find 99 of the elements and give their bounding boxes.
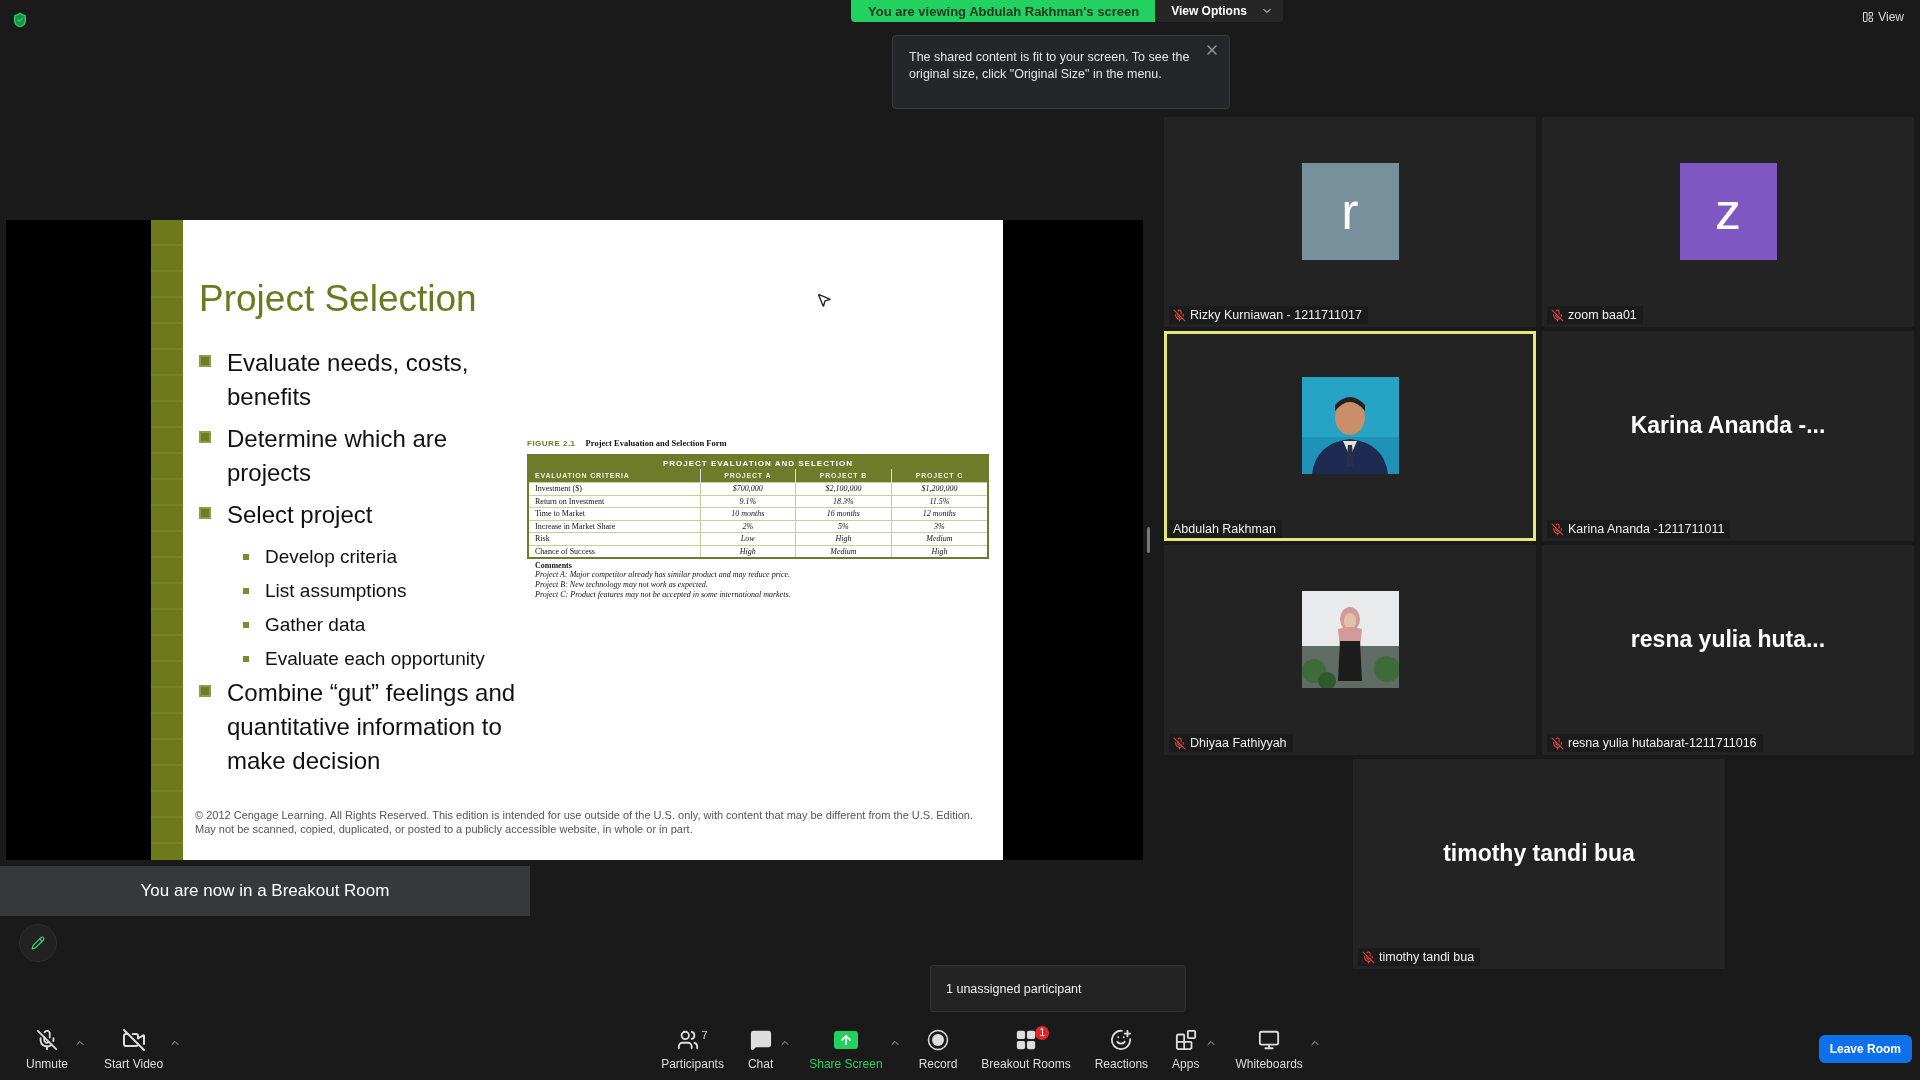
popup-text: 1 unassigned participant [946,981,1082,996]
bullet-icon [243,656,249,662]
viewing-banner: You are viewing Abdulah Rakhman's screen [851,0,1156,22]
bullet-text: Evaluate needs, costs, benefits [227,348,470,412]
pencil-icon [31,936,45,950]
toolbar-button[interactable]: Record [906,1027,970,1071]
participant-name-label: Dhiyaa Fathiyyah [1169,734,1293,752]
video-tile[interactable]: Dhiyaa Fathiyyah [1164,545,1536,755]
table-cell: $700,000 [700,482,796,495]
layout-icon [1862,11,1875,23]
annotate-button[interactable] [19,924,57,962]
grid-icon [1015,1028,1037,1051]
bullet-text: Combine “gut” feelings and quantitative information to make decision [227,678,517,776]
bullet-icon [243,622,249,628]
comments-label: Comments [534,560,573,570]
table-cell: Risk [528,532,701,545]
toolbar-button[interactable]: 1 Breakout Rooms [969,1027,1083,1071]
comment-text: Project A: Major competitor already has similar product and may reduce price. [534,569,792,580]
leave-room-button[interactable]: Leave Room [1818,1035,1912,1063]
table-cell: 18.3% [795,495,892,508]
comment-text: Project C: Product features may not be accepted in some international markets. [534,589,792,600]
participant-name-label: resna yulia hutabarat-1211711016 [1547,734,1763,752]
figure-label: FIGURE 2.1 [527,439,576,448]
participant-name-label: Rizky Kurniawan - 1211711017 [1169,306,1368,324]
tooltip-text: The shared content is fit to your screen. To see the original size, click "Original Size" in the menu. [909,50,1190,81]
table-cell: 3% [891,520,988,533]
toolbar-button[interactable]: Whiteboards [1223,1027,1315,1071]
chat-icon [749,1028,772,1051]
participant-count: 7 [701,1028,708,1041]
toolbar-button[interactable]: Unmute [14,1027,81,1071]
table-cell: 11.5% [891,495,988,508]
table-title: PROJECT EVALUATION AND SELECTION [528,455,988,469]
table-cell: Increase in Market Share [528,520,701,533]
participants-icon [677,1028,700,1051]
table-cell: Medium [891,532,988,545]
table-cell: 10 months [700,507,796,520]
bullet-icon [199,507,211,519]
participant-display-name: timothy tandi bua [1443,839,1635,867]
video-tile[interactable]: r Rizky Kurniawan - 1211711017 [1164,117,1536,327]
reactions-icon [1110,1028,1133,1051]
avatar: r [1301,162,1399,260]
video-tile[interactable]: resna yulia huta... resna yulia hutabarat-1211711016 [1542,545,1914,755]
video-tile[interactable]: z zoom baa01 [1542,117,1914,327]
table-cell: $2,100,000 [795,482,892,495]
toolbar-button[interactable]: Apps [1160,1027,1212,1071]
participant-name-label: timothy tandi bua [1358,948,1481,966]
table-cell: Time to Market [528,507,701,520]
toolbar-button[interactable]: Chat [735,1027,786,1071]
table-cell: 5% [795,520,892,533]
table-cell: 9.1% [700,495,796,508]
security-shield-icon[interactable] [12,12,28,28]
slide-title: Project Selection [199,278,477,320]
participant-name-label: zoom baa01 [1547,306,1643,324]
notification-badge: 1 [1035,1025,1049,1040]
whiteboard-icon [1258,1028,1281,1051]
table-cell: Low [700,532,796,545]
resize-handle[interactable] [1147,527,1150,553]
bullet-icon [199,685,211,697]
toolbar-button[interactable]: 7 Participants [649,1027,736,1071]
table-cell: Investment ($) [528,482,701,495]
share-screen-icon [833,1030,858,1049]
participant-display-name: resna yulia huta... [1630,625,1826,653]
view-button[interactable]: View [1856,10,1910,24]
muted-microphone-icon [36,1028,58,1051]
toolbar-button[interactable]: Start Video [92,1027,176,1071]
record-icon [927,1028,949,1051]
bullet-icon [199,355,211,367]
sub-bullet-text: List assumptions [265,579,407,603]
bullet-icon [199,431,211,443]
video-tile[interactable]: timothy tandi bua timothy tandi bua [1353,759,1725,969]
comment-text: Project B: New technology may not work as expected. [534,579,709,590]
table-cell: High [795,532,892,545]
table-cell: $1,200,000 [891,482,988,495]
table-cell: 2% [700,520,796,533]
figure-caption: Project Evaluation and Selection Form [585,438,727,448]
bullet-icon [243,554,249,560]
sub-bullet-text: Evaluate each opportunity [265,647,485,671]
bullet-icon [243,588,249,594]
video-tile[interactable]: Karina Ananda -... Karina Ananda -1211711011 [1542,331,1914,541]
toolbar-button[interactable]: Reactions [1082,1027,1161,1071]
sub-bullet-text: Gather data [265,613,366,637]
avatar: z [1679,162,1777,260]
table-cell: Return on Investment [528,495,701,508]
video-tile[interactable]: Abdulah Rakhman [1164,331,1536,541]
participant-name-label: Karina Ananda -1211711011 [1547,520,1731,538]
toolbar-button[interactable]: Share Screen [797,1027,895,1071]
mouse-cursor-icon [816,292,832,308]
apps-icon [1174,1028,1197,1051]
table-cell: 16 months [795,507,892,520]
participant-display-name: Karina Ananda -... [1630,411,1826,439]
video-off-icon [121,1027,146,1052]
bullet-text: Determine which are projects [227,424,449,488]
table-cell: 12 months [891,507,988,520]
bullet-text: Select project [227,500,373,530]
sub-bullet-text: Develop criteria [265,545,397,569]
copyright-text: © 2012 Cengage Learning. All Rights Reserved. This edition is intended for use outside of the U.S. only, with content that may be different from the U.S. Edition. May not be scanned, copied, duplicated, or posted to a publicly accessible website, in whole or in part. [195,808,974,836]
breakout-notice: You are now in a Breakout Room [0,866,530,916]
participant-name-label: Abdulah Rakhman [1169,520,1282,538]
view-options-button[interactable]: View Options [1155,0,1283,22]
